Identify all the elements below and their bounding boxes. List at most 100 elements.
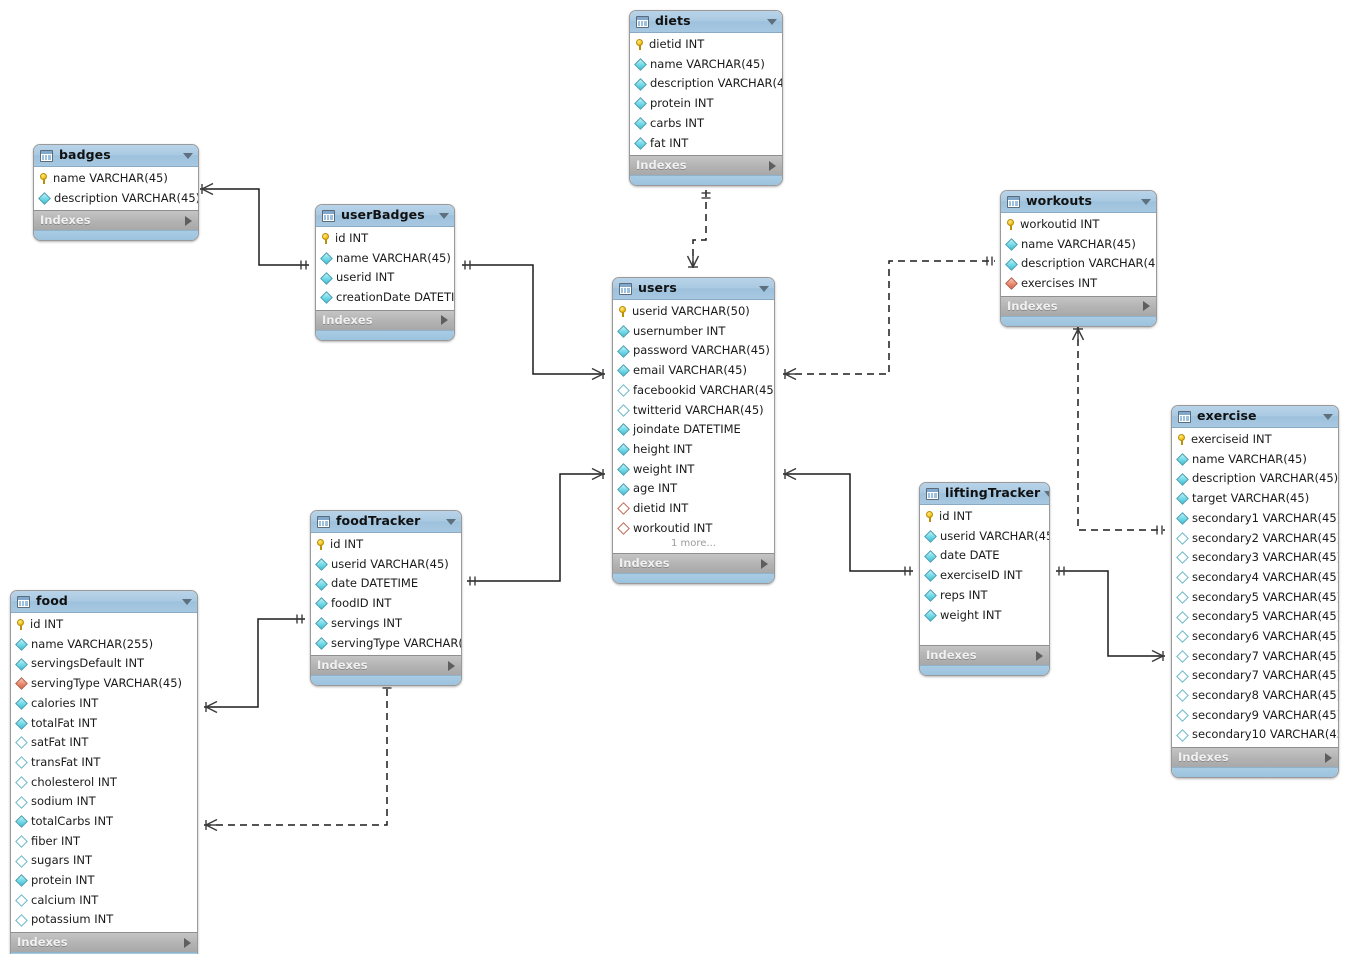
table-column[interactable]: id INT	[316, 229, 454, 249]
table-box-diets[interactable]: diets dietid INT name VARCHAR(45) descripti…	[629, 10, 783, 187]
table-column[interactable]: userid VARCHAR(45)	[920, 527, 1049, 547]
chevron-down-icon[interactable]	[759, 285, 769, 292]
table-column[interactable]: totalCarbs INT	[11, 812, 197, 832]
table-box-food[interactable]: food id INT name VARCHAR(255) servingsDefau…	[10, 590, 198, 954]
expand-right-icon[interactable]	[185, 215, 192, 226]
table-column[interactable]: protein INT	[11, 871, 197, 891]
table-column[interactable]: facebookid VARCHAR(45)	[613, 381, 774, 401]
table-column[interactable]: servings INT	[311, 614, 461, 634]
table-header-workouts[interactable]: workouts	[1001, 191, 1156, 213]
table-column[interactable]: usernumber INT	[613, 322, 774, 342]
table-column[interactable]: satFat INT	[11, 733, 197, 753]
table-column[interactable]: totalFat INT	[11, 713, 197, 733]
table-column[interactable]: description VARCHAR(45)	[34, 189, 198, 209]
table-box-userBadges[interactable]: userBadges id INT name VARCHAR(45) userid I…	[315, 204, 455, 341]
indexes-section-exercise[interactable]: Indexes	[1172, 747, 1338, 767]
relationship-users-foodTracker[interactable]	[467, 467, 605, 586]
table-column[interactable]: secondary1 VARCHAR(45)	[1172, 509, 1338, 529]
table-header-food[interactable]: food	[11, 591, 197, 613]
table-column[interactable]: secondary4 VARCHAR(45)	[1172, 568, 1338, 588]
table-box-users[interactable]: users userid VARCHAR(50) usernumber INT pas…	[612, 277, 775, 585]
table-column[interactable]: weight INT	[613, 460, 774, 480]
table-column[interactable]: secondary8 VARCHAR(45)	[1172, 686, 1338, 706]
table-column[interactable]: height INT	[613, 440, 774, 460]
table-column[interactable]: date DATETIME	[311, 574, 461, 594]
table-column[interactable]: id INT	[11, 615, 197, 635]
expand-right-icon[interactable]	[1325, 752, 1332, 763]
table-column[interactable]: transFat INT	[11, 753, 197, 773]
table-column[interactable]: name VARCHAR(255)	[11, 635, 197, 655]
table-column[interactable]: description VARCHAR(45)	[630, 74, 782, 94]
table-column[interactable]: userid VARCHAR(45)	[311, 555, 461, 575]
table-column[interactable]: calories INT	[11, 694, 197, 714]
table-column[interactable]: userid VARCHAR(50)	[613, 302, 774, 322]
table-column[interactable]: date DATE	[920, 546, 1049, 566]
table-column[interactable]: foodID INT	[311, 594, 461, 614]
table-column[interactable]: secondary2 VARCHAR(45)	[1172, 528, 1338, 548]
table-column[interactable]: name VARCHAR(45)	[34, 169, 198, 189]
table-column[interactable]: id INT	[920, 507, 1049, 527]
table-column[interactable]: id INT	[311, 535, 461, 555]
table-column[interactable]: servingType VARCHAR(45)	[311, 633, 461, 653]
table-column[interactable]: reps INT	[920, 586, 1049, 606]
table-column[interactable]: workoutid INT	[613, 519, 774, 539]
table-column[interactable]: secondary5 VARCHAR(45)	[1172, 588, 1338, 608]
indexes-section-badges[interactable]: Indexes	[34, 210, 198, 231]
table-column[interactable]: fiber INT	[11, 832, 197, 852]
table-column[interactable]: age INT	[613, 479, 774, 499]
relationship-liftingTracker-exercise[interactable]	[1056, 566, 1165, 663]
table-column[interactable]: sodium INT	[11, 792, 197, 812]
table-column[interactable]: potassium INT	[11, 910, 197, 930]
table-column[interactable]: secondary9 VARCHAR(45)	[1172, 706, 1338, 726]
table-box-liftingTracker[interactable]: liftingTracker id INT userid VARCHAR(45) da…	[919, 482, 1050, 677]
table-column[interactable]: exercises INT	[1001, 274, 1156, 294]
table-column[interactable]: email VARCHAR(45)	[613, 361, 774, 381]
table-box-workouts[interactable]: workouts workoutid INT name VARCHAR(45) des…	[1000, 190, 1157, 327]
table-column[interactable]: description VARCHAR(45)	[1001, 254, 1156, 274]
table-header-userBadges[interactable]: userBadges	[316, 205, 454, 227]
chevron-down-icon[interactable]	[767, 18, 777, 25]
table-column[interactable]: target VARCHAR(45)	[1172, 489, 1338, 509]
relationship-workouts-exercise[interactable]	[1071, 327, 1166, 535]
table-column[interactable]: sugars INT	[11, 851, 197, 871]
table-column[interactable]: fat INT	[630, 133, 782, 153]
table-column[interactable]: exerciseID INT	[920, 566, 1049, 586]
eer-diagram-canvas[interactable]: badges name VARCHAR(45) description VARCHA…	[0, 0, 1350, 954]
table-column[interactable]: secondary3 VARCHAR(45)	[1172, 548, 1338, 568]
table-column[interactable]: servingsDefault INT	[11, 654, 197, 674]
table-header-exercise[interactable]: exercise	[1172, 406, 1338, 428]
more-columns-label[interactable]: 1 more...	[613, 538, 774, 551]
relationship-userBadges-users[interactable]	[462, 260, 605, 381]
chevron-down-icon[interactable]	[1323, 413, 1333, 420]
indexes-section-food[interactable]: Indexes	[11, 932, 197, 952]
indexes-section-workouts[interactable]: Indexes	[1001, 295, 1156, 316]
table-column[interactable]: name VARCHAR(45)	[1001, 235, 1156, 255]
relationship-food-foodTracker-2[interactable]	[204, 680, 392, 832]
table-column[interactable]: name VARCHAR(45)	[630, 55, 782, 75]
table-column[interactable]: name VARCHAR(45)	[1172, 450, 1338, 470]
indexes-section-users[interactable]: Indexes	[613, 553, 774, 574]
relationship-badges-userBadges[interactable]	[200, 182, 309, 270]
expand-right-icon[interactable]	[441, 315, 448, 326]
table-column[interactable]: exerciseid INT	[1172, 430, 1338, 450]
table-column[interactable]: calcium INT	[11, 891, 197, 911]
table-column[interactable]: creationDate DATETIME	[316, 288, 454, 308]
expand-right-icon[interactable]	[1143, 301, 1150, 312]
chevron-down-icon[interactable]	[1141, 198, 1151, 205]
relationship-diets-users[interactable]	[686, 190, 711, 269]
relationship-food-foodTracker[interactable]	[204, 614, 305, 714]
table-column[interactable]: secondary7 VARCHAR(45)	[1172, 666, 1338, 686]
chevron-down-icon[interactable]	[183, 152, 193, 159]
indexes-section-liftingTracker[interactable]: Indexes	[920, 645, 1049, 666]
table-column[interactable]: secondary5 VARCHAR(45)	[1172, 607, 1338, 627]
table-header-badges[interactable]: badges	[34, 145, 198, 167]
table-column[interactable]: secondary10 VARCHAR(45)	[1172, 725, 1338, 745]
expand-right-icon[interactable]	[761, 558, 768, 569]
table-box-foodTracker[interactable]: foodTracker id INT userid VARCHAR(45) date …	[310, 510, 462, 687]
table-header-users[interactable]: users	[613, 278, 774, 300]
table-box-badges[interactable]: badges name VARCHAR(45) description VARCHA…	[33, 144, 199, 242]
table-header-foodTracker[interactable]: foodTracker	[311, 511, 461, 533]
table-header-liftingTracker[interactable]: liftingTracker	[920, 483, 1049, 505]
expand-right-icon[interactable]	[1036, 650, 1043, 661]
table-column[interactable]: servingType VARCHAR(45)	[11, 674, 197, 694]
